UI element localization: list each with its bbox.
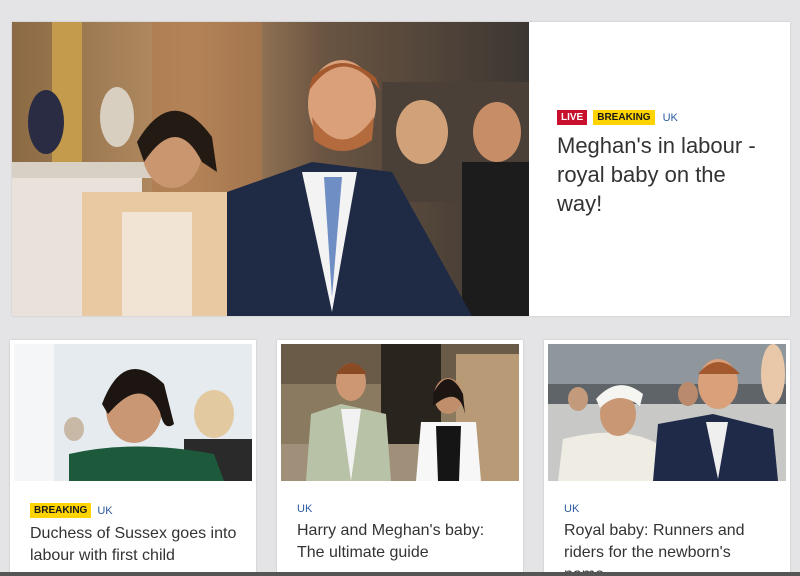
card-2-tags: UK [297, 503, 505, 515]
story-card-2[interactable]: UK Harry and Meghan's baby: The ultimate… [277, 340, 523, 576]
category-label[interactable]: UK [564, 503, 579, 515]
breaking-badge: BREAKING [30, 503, 92, 518]
hero-text-block: LIVE BREAKING UK Meghan's in labour - ro… [529, 22, 790, 316]
card-3-text: UK Royal baby: Runners and riders for th… [544, 481, 790, 576]
card-2-photo [281, 344, 519, 481]
card-3-image[interactable] [548, 344, 786, 481]
hero-story[interactable]: LIVE BREAKING UK Meghan's in labour - ro… [12, 22, 790, 316]
hero-photo [12, 22, 529, 316]
live-badge: LIVE [557, 110, 588, 125]
card-1-image[interactable] [14, 344, 252, 481]
category-label[interactable]: UK [97, 505, 112, 517]
category-label[interactable]: UK [663, 112, 678, 124]
card-3-photo [548, 344, 786, 481]
story-card-3[interactable]: UK Royal baby: Runners and riders for th… [544, 340, 790, 576]
card-2-text: UK Harry and Meghan's baby: The ultimate… [277, 481, 523, 564]
story-card-1[interactable]: BREAKING UK Duchess of Sussex goes into … [10, 340, 256, 576]
breaking-badge: BREAKING [593, 110, 655, 125]
card-2-headline[interactable]: Harry and Meghan's baby: The ultimate gu… [297, 520, 505, 564]
card-1-text: BREAKING UK Duchess of Sussex goes into … [10, 481, 256, 567]
card-2-image[interactable] [281, 344, 519, 481]
card-1-photo [14, 344, 252, 481]
bottom-edge-bar [0, 572, 800, 576]
category-label[interactable]: UK [297, 503, 312, 515]
card-3-headline[interactable]: Royal baby: Runners and riders for the n… [564, 520, 772, 576]
hero-tags: LIVE BREAKING UK [557, 110, 770, 125]
card-3-tags: UK [564, 503, 772, 515]
hero-image[interactable] [12, 22, 529, 316]
card-1-headline[interactable]: Duchess of Sussex goes into labour with … [30, 523, 238, 567]
card-1-tags: BREAKING UK [30, 503, 238, 518]
hero-headline[interactable]: Meghan's in labour - royal baby on the w… [557, 131, 770, 218]
